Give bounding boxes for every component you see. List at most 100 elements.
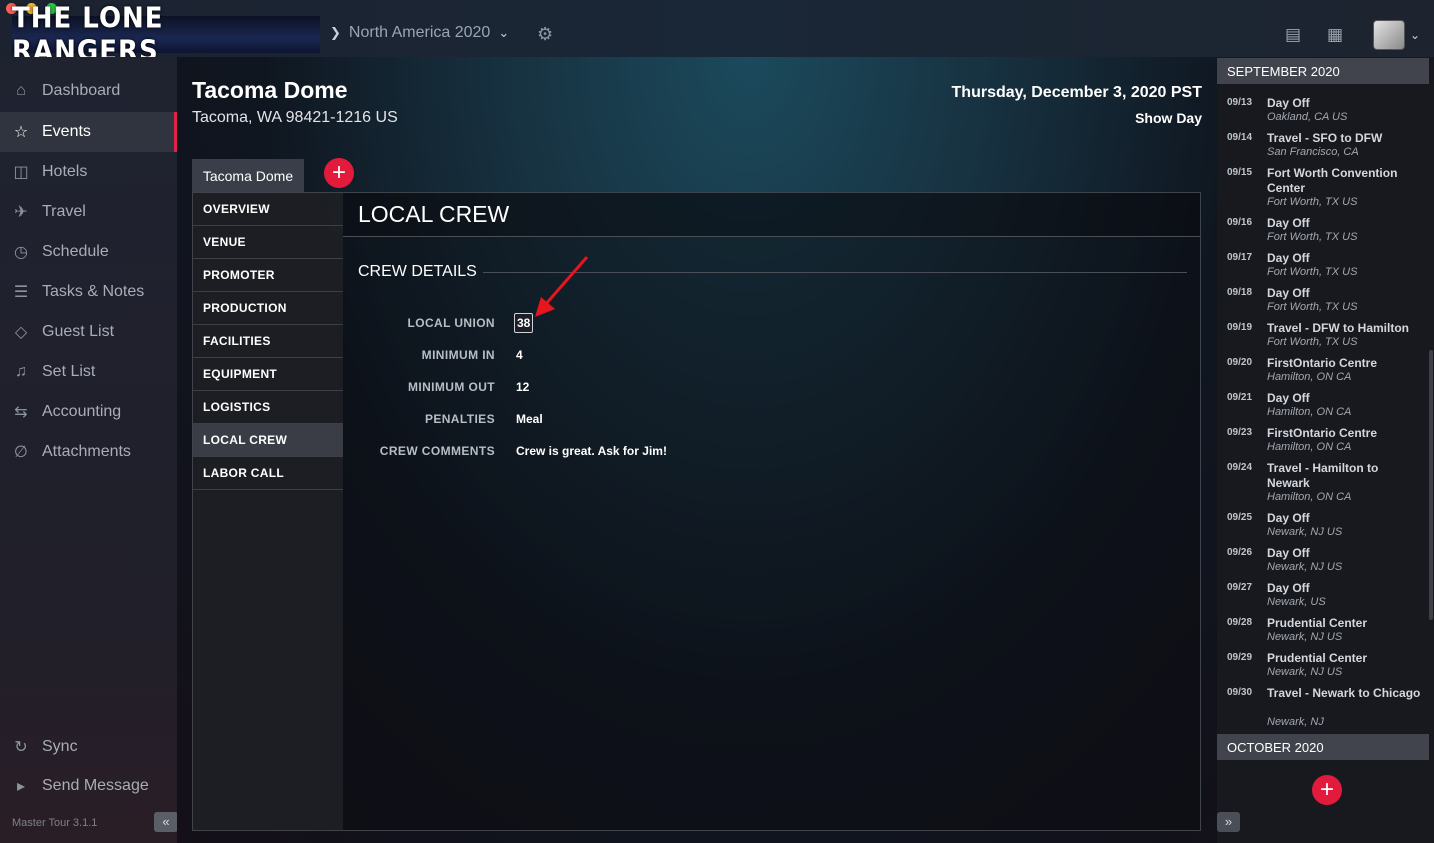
plane-icon: ✈ [14,204,28,221]
hotel-icon: ◫ [13,164,29,181]
schedule-item-location: San Francisco, CA [1267,146,1359,158]
schedule-item-date: 09/13 [1227,97,1253,108]
schedule-item[interactable]: 09/27 Day Off Newark, US [1217,578,1429,613]
schedule-item[interactable]: 09/21 Day Off Hamilton, ON CA [1217,388,1429,423]
contact-card-icon[interactable]: ▤ [1285,25,1301,45]
sync-button[interactable]: ↻ Sync [0,727,177,767]
paperclip-icon: ∅ [14,444,28,461]
subnav-labor-call[interactable]: LABOR CALL [193,457,343,490]
sidebar-item-label: Travel [42,203,86,220]
avatar[interactable] [1373,20,1405,50]
schedule-item-location: Fort Worth, TX US [1267,301,1358,313]
local-union-field[interactable]: 38 [514,313,534,333]
red-arrow-annotation [535,256,589,317]
subnav-logistics[interactable]: LOGISTICS [193,391,343,424]
schedule-item[interactable]: 09/23 FirstOntario Centre Hamilton, ON CA [1217,423,1429,458]
send-message-button[interactable]: ▸ Send Message [0,766,177,806]
schedule-item[interactable]: 09/15 Fort Worth Convention Center Fort Wo… [1217,163,1429,213]
megaphone-icon: ▸ [16,778,26,795]
schedule-item[interactable]: 09/26 Day Off Newark, NJ US [1217,543,1429,578]
expand-panel-button[interactable]: » [1217,812,1240,832]
sidebar-item-label: Events [42,123,91,140]
schedule-item[interactable]: 09/19 Travel - DFW to Hamilton Fort Worth,… [1217,318,1429,353]
schedule-item-location: Fort Worth, TX US [1267,231,1358,243]
subnav-facilities[interactable]: FACILITIES [193,325,343,358]
minimum-out-value[interactable]: 12 [516,380,529,394]
sidebar-item-hotels[interactable]: ◫ Hotels [0,152,177,192]
schedule-scrollbar[interactable] [1429,350,1433,620]
minimum-in-value[interactable]: 4 [516,348,523,362]
penalties-value[interactable]: Meal [516,412,543,426]
schedule-item[interactable]: 09/25 Day Off Newark, NJ US [1217,508,1429,543]
event-date: Thursday, December 3, 2020 PST [951,84,1202,101]
schedule-item-date: 09/15 [1227,167,1253,178]
schedule-item-date: 09/30 [1227,687,1253,698]
subnav-production[interactable]: PRODUCTION [193,292,343,325]
add-schedule-item-button[interactable]: + [1312,775,1342,805]
sidebar-item-set-list[interactable]: ♫ Set List [0,352,177,392]
schedule-item-location: Fort Worth, TX US [1267,336,1358,348]
sidebar-item-tasks-notes[interactable]: ☰ Tasks & Notes [0,272,177,312]
sidebar-item-label: Set List [42,363,96,380]
schedule-item-title: Day Off [1267,216,1310,230]
sidebar-item-label: Attachments [42,443,131,460]
schedule-item[interactable]: 09/29 Prudential Center Newark, NJ US [1217,648,1429,683]
tab-venue[interactable]: Tacoma Dome [192,159,304,192]
crew-comments-value[interactable]: Crew is great. Ask for Jim! [516,444,667,458]
money-icon: ⇆ [14,404,28,421]
schedule-item-title: Day Off [1267,511,1310,525]
gear-icon[interactable]: ⚙ [537,24,557,44]
schedule-item-date: 09/14 [1227,132,1253,143]
list-icon: ☰ [13,284,29,301]
schedule-item[interactable]: 09/30 Travel - Newark to Chicago Newark, N… [1217,683,1429,733]
schedule-item[interactable]: 09/20 FirstOntario Centre Hamilton, ON CA [1217,353,1429,388]
schedule-item-title: Travel - Hamilton to Newark [1267,461,1379,490]
schedule-item-date: 09/19 [1227,322,1253,333]
main-content: Tacoma Dome Tacoma, WA 98421-1216 US Thu… [177,57,1217,843]
app-version: Master Tour 3.1.1 [12,817,98,829]
calendar-icon[interactable]: ▦ [1327,25,1343,45]
subnav-venue[interactable]: VENUE [193,226,343,259]
home-icon: ⌂ [16,82,26,99]
chevron-down-icon: ⌄ [498,25,510,40]
schedule-item[interactable]: 09/24 Travel - Hamilton to Newark Hamilton… [1217,458,1429,508]
subnav-overview[interactable]: OVERVIEW [193,193,343,226]
chevron-down-icon[interactable]: ⌄ [1410,28,1420,42]
schedule-item[interactable]: 09/16 Day Off Fort Worth, TX US [1217,213,1429,248]
subnav-equipment[interactable]: EQUIPMENT [193,358,343,391]
sidebar-item-travel[interactable]: ✈ Travel [0,192,177,232]
schedule-item-location: Newark, US [1267,596,1326,608]
schedule-item[interactable]: 09/14 Travel - SFO to DFW San Francisco, C… [1217,128,1429,163]
top-bar: THE LONE RANGERS ❯ North America 2020 ⌄ … [0,0,1434,68]
schedule-item-location: Newark, NJ US [1267,561,1343,573]
sidebar-item-attachments[interactable]: ∅ Attachments [0,432,177,472]
schedule-item-title: FirstOntario Centre [1267,426,1378,440]
schedule-item[interactable]: 09/18 Day Off Fort Worth, TX US [1217,283,1429,318]
day-type: Show Day [1135,110,1202,126]
schedule-item[interactable]: 09/13 Day Off Oakland, CA US [1217,93,1429,128]
star-icon: ☆ [13,124,29,141]
schedule-item-location: Hamilton, ON CA [1267,371,1352,383]
sidebar-item-dashboard[interactable]: ⌂ Dashboard [0,71,177,111]
tour-selector[interactable]: ❯ North America 2020 ⌄ [330,24,509,42]
ticket-icon: ◇ [14,324,28,341]
schedule-item-date: 09/20 [1227,357,1253,368]
add-event-button[interactable]: + [324,158,354,188]
schedule-item-title: Day Off [1267,96,1310,110]
schedule-item-date: 09/27 [1227,582,1253,593]
sidebar-item-events[interactable]: ☆ Events [0,112,177,152]
band-logo[interactable]: THE LONE RANGERS [12,2,320,68]
schedule-item[interactable]: 09/28 Prudential Center Newark, NJ US [1217,613,1429,648]
sidebar-item-guest-list[interactable]: ◇ Guest List [0,312,177,352]
penalties-label: PENALTIES [424,412,495,426]
schedule-item[interactable]: 09/17 Day Off Fort Worth, TX US [1217,248,1429,283]
subnav-local-crew[interactable]: LOCAL CREW [193,424,343,457]
sidebar-item-accounting[interactable]: ⇆ Accounting [0,392,177,432]
schedule-item-date: 09/26 [1227,547,1253,558]
clock-icon: ◷ [14,244,28,261]
sidebar-item-label: Guest List [42,323,115,340]
sidebar-item-schedule[interactable]: ◷ Schedule [0,232,177,272]
schedule-item-date: 09/25 [1227,512,1253,523]
collapse-sidebar-button[interactable]: « [154,812,178,832]
subnav-promoter[interactable]: PROMOTER [193,259,343,292]
